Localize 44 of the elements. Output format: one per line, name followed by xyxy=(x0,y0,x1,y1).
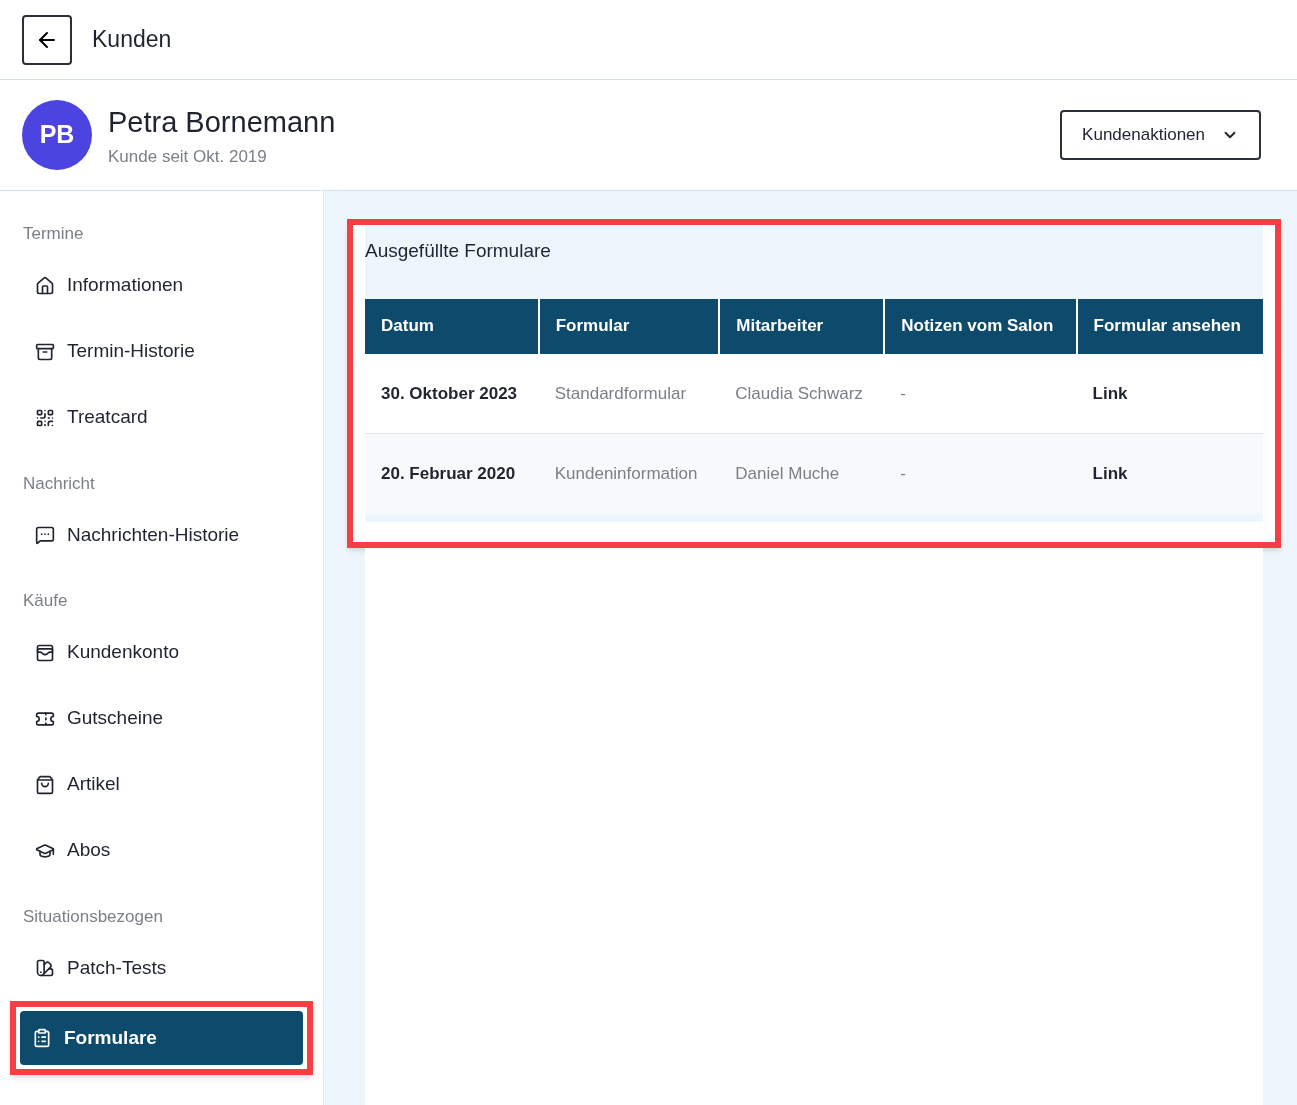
form-link[interactable]: Link xyxy=(1092,383,1128,403)
column-header: Datum xyxy=(365,298,539,354)
sidebar-item[interactable]: Patch-Tests xyxy=(23,941,300,995)
table-cell: 30. Oktober 2023 xyxy=(365,353,539,434)
customer-since: Kunde seit Okt. 2019 xyxy=(108,146,268,168)
section-title: Ausgefüllte Formulare xyxy=(365,239,552,263)
column-header: Notizen vom Salon xyxy=(884,298,1077,354)
sidebar-item[interactable]: Formulare xyxy=(20,1011,303,1065)
bag-icon xyxy=(35,774,55,795)
section-heading: Termine xyxy=(23,223,85,245)
sidebar-item[interactable]: Informationen xyxy=(23,258,300,313)
chat-bubble-icon xyxy=(35,525,55,545)
sidebar-item[interactable]: Nachrichten-Historie xyxy=(23,508,300,562)
sidebar-item[interactable]: Termin-Historie xyxy=(23,324,300,379)
section-heading: Situationsbezogen xyxy=(23,905,164,928)
avatar: PB xyxy=(22,100,92,170)
sidebar-item[interactable]: Abos xyxy=(23,823,300,878)
sidebar-item[interactable]: Kundenkonto xyxy=(23,625,300,680)
table-cell: Standardformular xyxy=(538,353,720,434)
column-header: Mitarbeiter xyxy=(719,298,885,354)
table-cell: - xyxy=(884,353,1077,434)
swatch-icon xyxy=(35,958,55,978)
table-cell: - xyxy=(884,433,1077,514)
column-header: Formular xyxy=(538,298,720,354)
sidebar-item[interactable]: Artikel xyxy=(23,757,300,812)
tray-icon xyxy=(35,341,55,362)
table-cell: Daniel Muche xyxy=(719,433,885,514)
section-heading: Käufe xyxy=(23,590,69,612)
table-cell: Claudia Schwarz xyxy=(719,353,885,434)
wallet-icon xyxy=(35,642,55,663)
clipboard-icon xyxy=(32,1028,52,1048)
table-cell: Kundeninformation xyxy=(538,433,720,514)
page-title: Kunden xyxy=(92,25,172,55)
qr-code-icon xyxy=(35,407,55,428)
customer-name: Petra Bornemann xyxy=(108,104,336,140)
house-icon xyxy=(35,275,55,296)
section-heading: Nachricht xyxy=(23,472,96,495)
sidebar-item[interactable]: Treatcard xyxy=(23,390,300,445)
form-link[interactable]: Link xyxy=(1092,464,1128,483)
column-header: Formular ansehen xyxy=(1076,298,1263,354)
sidebar-item[interactable]: Gutscheine xyxy=(23,691,300,746)
back-button[interactable] xyxy=(22,14,72,65)
table-cell: 20. Februar 2020 xyxy=(365,433,539,514)
actions-dropdown[interactable]: Kundenaktionen xyxy=(1060,110,1261,160)
